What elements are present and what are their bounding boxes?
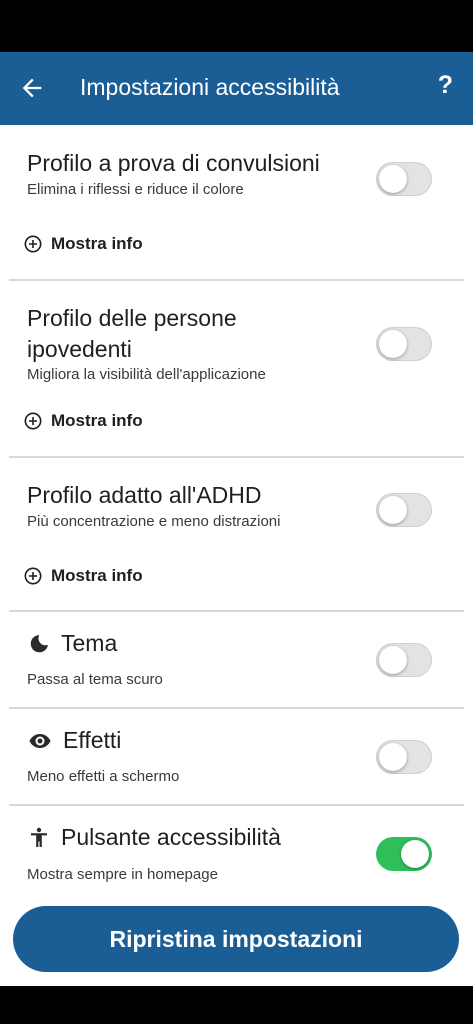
setting-accessibility-button-toggle[interactable] [376, 837, 432, 871]
toggle-knob [379, 330, 407, 358]
profile-seizure-info-link[interactable]: Mostra info [24, 234, 143, 254]
toggle-knob [401, 840, 429, 868]
arrow-left-icon [22, 78, 42, 98]
divider [9, 707, 464, 709]
setting-effects-title: Effetti [63, 727, 122, 753]
toggle-knob [379, 743, 407, 771]
info-label: Mostra info [51, 411, 143, 430]
profile-seizure-toggle[interactable] [376, 162, 432, 196]
plus-circle-icon [24, 235, 42, 253]
profile-adhd-toggle[interactable] [376, 493, 432, 527]
info-label: Mostra info [51, 234, 143, 253]
toggle-knob [379, 496, 407, 524]
profile-seizure-description: Elimina i riflessi e riduce il colore [27, 181, 244, 198]
info-label: Mostra info [51, 566, 143, 585]
profile-seizure-title: Profilo a prova di convulsioni [27, 150, 320, 176]
setting-accessibility-button-heading: Pulsante accessibilità [27, 824, 281, 851]
setting-effects-heading: Effetti [27, 727, 121, 754]
plus-circle-icon [24, 567, 42, 585]
page-title: Impostazioni accessibilità [80, 74, 340, 100]
navigation-bar [0, 986, 473, 1024]
status-bar [0, 0, 473, 52]
setting-accessibility-button-title: Pulsante accessibilità [61, 824, 281, 850]
setting-accessibility-button-description: Mostra sempre in homepage [27, 866, 218, 883]
back-button[interactable] [18, 74, 46, 102]
reset-settings-button[interactable]: Ripristina impostazioni [13, 906, 459, 972]
toggle-knob [379, 646, 407, 674]
setting-effects-description: Meno effetti a schermo [27, 768, 180, 785]
profile-low-vision-description: Migliora la visibilità dell'applicazione [27, 366, 266, 383]
app-bar: Impostazioni accessibilità ? [0, 52, 473, 125]
profile-low-vision-title-line1: Profilo delle persone [27, 305, 237, 331]
divider [9, 456, 464, 458]
profile-low-vision-toggle[interactable] [376, 327, 432, 361]
profile-adhd-description: Più concentrazione e meno distrazioni [27, 513, 281, 530]
setting-theme-toggle[interactable] [376, 643, 432, 677]
profile-low-vision-info-link[interactable]: Mostra info [24, 411, 143, 431]
settings-content: Profilo a prova di convulsioni Elimina i… [0, 125, 473, 986]
help-button[interactable]: ? [438, 71, 453, 100]
toggle-knob [379, 165, 407, 193]
divider [9, 804, 464, 806]
profile-adhd-info-link[interactable]: Mostra info [24, 566, 143, 586]
setting-theme-description: Passa al tema scuro [27, 671, 163, 688]
plus-circle-icon [24, 412, 42, 430]
moon-icon [30, 634, 48, 652]
profile-low-vision-title-line2: ipovedenti [27, 336, 132, 362]
setting-theme-title: Tema [61, 630, 118, 656]
eye-icon [29, 733, 51, 748]
divider [9, 279, 464, 281]
setting-theme-heading: Tema [27, 630, 117, 657]
setting-effects-toggle[interactable] [376, 740, 432, 774]
accessibility-icon [31, 827, 47, 847]
profile-adhd-title: Profilo adatto all'ADHD [27, 482, 262, 508]
divider [9, 610, 464, 612]
